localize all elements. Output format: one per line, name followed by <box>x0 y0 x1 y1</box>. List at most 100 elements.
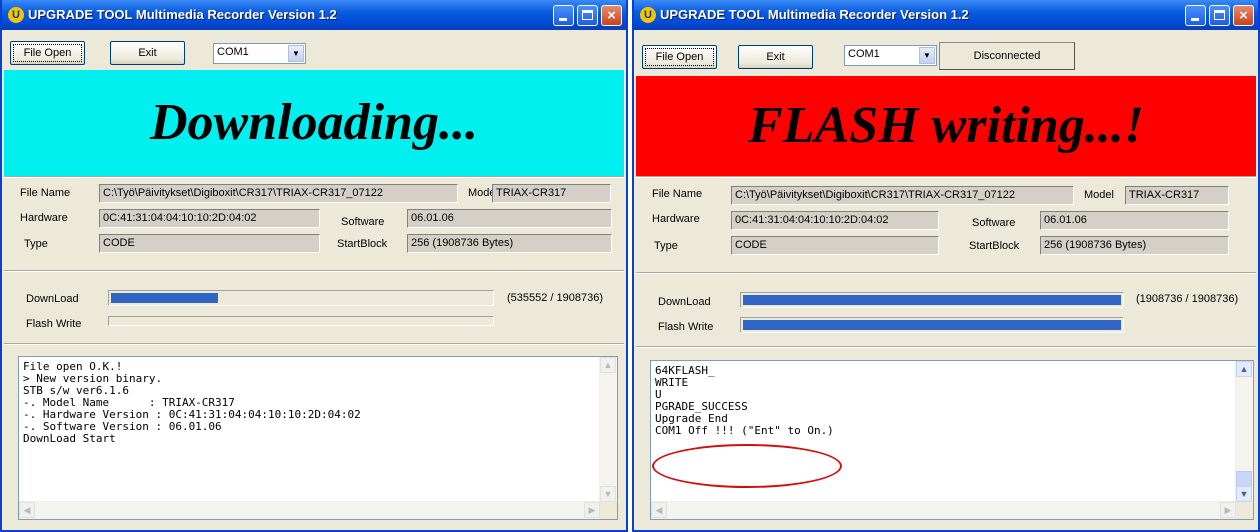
scroll-corner <box>600 502 617 519</box>
type-field: CODE <box>731 236 939 255</box>
port-value: COM1 <box>217 46 249 58</box>
scroll-right-icon[interactable]: ▶ <box>584 502 600 518</box>
flash-write-progress-fill <box>743 320 1121 330</box>
scroll-right-icon[interactable]: ▶ <box>1220 502 1236 518</box>
scroll-corner <box>1236 502 1253 519</box>
startblock-field: 256 (1908736 Bytes) <box>407 234 612 253</box>
log-line: DownLoad Start <box>23 432 116 445</box>
title-bar[interactable]: U UPGRADE TOOL Multimedia Recorder Versi… <box>2 0 626 30</box>
status-banner: FLASH writing...! <box>636 76 1256 176</box>
divider <box>636 346 1256 348</box>
software-field: 06.01.06 <box>1040 211 1229 230</box>
log-line: PGRADE_SUCCESS <box>655 400 748 413</box>
maximize-button[interactable] <box>577 5 598 26</box>
minimize-button[interactable] <box>1185 5 1206 26</box>
window-title: UPGRADE TOOL Multimedia Recorder Version… <box>28 7 337 22</box>
divider <box>636 176 1256 178</box>
file-open-button[interactable]: File Open <box>10 41 85 65</box>
flash-write-label: Flash Write <box>658 321 714 333</box>
vertical-scrollbar[interactable]: ▲ ▼ <box>1235 361 1253 502</box>
maximize-icon <box>582 10 593 20</box>
toolbar: File Open Exit COM1 ▼ <box>2 30 626 70</box>
status-banner: Downloading... <box>4 70 624 176</box>
close-button[interactable]: × <box>601 5 622 26</box>
download-label: DownLoad <box>658 296 711 308</box>
software-label: Software <box>972 217 1016 229</box>
log-line: WRITE <box>655 376 689 389</box>
file-name-field: C:\Työ\Päivitykset\Digiboxit\CR317\TRIAX… <box>731 186 1074 205</box>
model-label: Model <box>1084 189 1114 201</box>
scroll-left-icon[interactable]: ◀ <box>651 502 667 518</box>
download-progress-fill <box>743 295 1121 305</box>
download-progress-bar <box>108 290 494 306</box>
hardware-label: Hardware <box>20 212 68 224</box>
upgrade-tool-window-downloading: U UPGRADE TOOL Multimedia Recorder Versi… <box>0 0 628 532</box>
software-field: 06.01.06 <box>407 209 612 228</box>
vertical-scrollbar[interactable]: ▲ ▼ <box>599 357 617 502</box>
divider <box>4 270 624 272</box>
port-select[interactable]: COM1 ▼ <box>213 43 306 64</box>
hardware-field: 0C:41:31:04:04:10:10:2D:04:02 <box>99 209 320 228</box>
log-lines: File open O.K.! > New version binary. ST… <box>23 361 597 445</box>
toolbar: File Open Exit COM1 ▼ Disconnected <box>634 30 1258 70</box>
flash-write-progress-bar <box>108 316 494 326</box>
title-bar[interactable]: U UPGRADE TOOL Multimedia Recorder Versi… <box>634 0 1258 30</box>
exit-button[interactable]: Exit <box>110 41 185 65</box>
close-icon: × <box>1239 7 1248 24</box>
chevron-down-icon[interactable]: ▼ <box>919 47 935 64</box>
startblock-label: StartBlock <box>337 238 388 250</box>
file-open-button[interactable]: File Open <box>642 45 717 69</box>
type-label: Type <box>654 240 678 252</box>
maximize-button[interactable] <box>1209 5 1230 26</box>
port-value: COM1 <box>848 48 880 60</box>
upgrade-tool-window-flash-writing: U UPGRADE TOOL Multimedia Recorder Versi… <box>632 0 1260 532</box>
minimize-icon <box>559 18 567 21</box>
minimize-button[interactable] <box>553 5 574 26</box>
startblock-label: StartBlock <box>969 240 1020 252</box>
log-textarea[interactable]: 64KFLASH_ WRITE U PGRADE_SUCCESS Upgrade… <box>650 360 1254 520</box>
exit-button[interactable]: Exit <box>738 45 813 69</box>
scroll-down-icon[interactable]: ▼ <box>1236 486 1252 502</box>
scroll-thumb[interactable] <box>1236 471 1252 487</box>
minimize-icon <box>1191 18 1199 21</box>
scroll-down-icon[interactable]: ▼ <box>600 486 616 502</box>
download-progress-text: (535552 / 1908736) <box>507 292 604 304</box>
divider <box>4 343 624 345</box>
maximize-icon <box>1214 10 1225 20</box>
log-lines: 64KFLASH_ WRITE U PGRADE_SUCCESS Upgrade… <box>655 365 1233 437</box>
divider <box>636 272 1256 274</box>
download-label: DownLoad <box>26 293 79 305</box>
flash-write-label: Flash Write <box>26 318 82 330</box>
hardware-label: Hardware <box>652 213 700 225</box>
horizontal-scrollbar[interactable]: ◀ ▶ <box>19 501 600 519</box>
port-select[interactable]: COM1 ▼ <box>844 45 937 66</box>
model-field: TRIAX-CR317 <box>492 184 611 203</box>
divider <box>4 176 624 178</box>
scroll-up-icon[interactable]: ▲ <box>600 357 616 373</box>
download-progress-bar <box>740 292 1124 308</box>
app-icon[interactable]: U <box>640 7 656 23</box>
app-icon[interactable]: U <box>8 7 24 23</box>
file-name-label: File Name <box>20 187 71 199</box>
chevron-down-icon[interactable]: ▼ <box>288 45 304 62</box>
log-line: 64KFLASH_ <box>655 364 715 377</box>
flash-write-progress-bar <box>740 317 1124 333</box>
hardware-field: 0C:41:31:04:04:10:10:2D:04:02 <box>731 211 939 230</box>
connection-status-button[interactable]: Disconnected <box>939 42 1075 70</box>
horizontal-scrollbar[interactable]: ◀ ▶ <box>651 501 1236 519</box>
banner-text: Downloading... <box>150 94 478 151</box>
download-progress-fill <box>111 293 218 303</box>
file-name-field: C:\Työ\Päivitykset\Digiboxit\CR317\TRIAX… <box>99 184 458 203</box>
startblock-field: 256 (1908736 Bytes) <box>1040 236 1229 255</box>
log-textarea[interactable]: File open O.K.! > New version binary. ST… <box>18 356 618 520</box>
scroll-left-icon[interactable]: ◀ <box>19 502 35 518</box>
scroll-up-icon[interactable]: ▲ <box>1236 361 1252 377</box>
log-line-com-status: COM1 Off !!! ("Ent" to On.) <box>655 424 834 437</box>
model-field: TRIAX-CR317 <box>1125 186 1229 205</box>
type-label: Type <box>24 238 48 250</box>
software-label: Software <box>341 216 385 228</box>
window-title: UPGRADE TOOL Multimedia Recorder Version… <box>660 7 969 22</box>
close-icon: × <box>607 7 616 24</box>
download-progress-text: (1908736 / 1908736) <box>1136 293 1239 305</box>
close-button[interactable]: × <box>1233 5 1254 26</box>
